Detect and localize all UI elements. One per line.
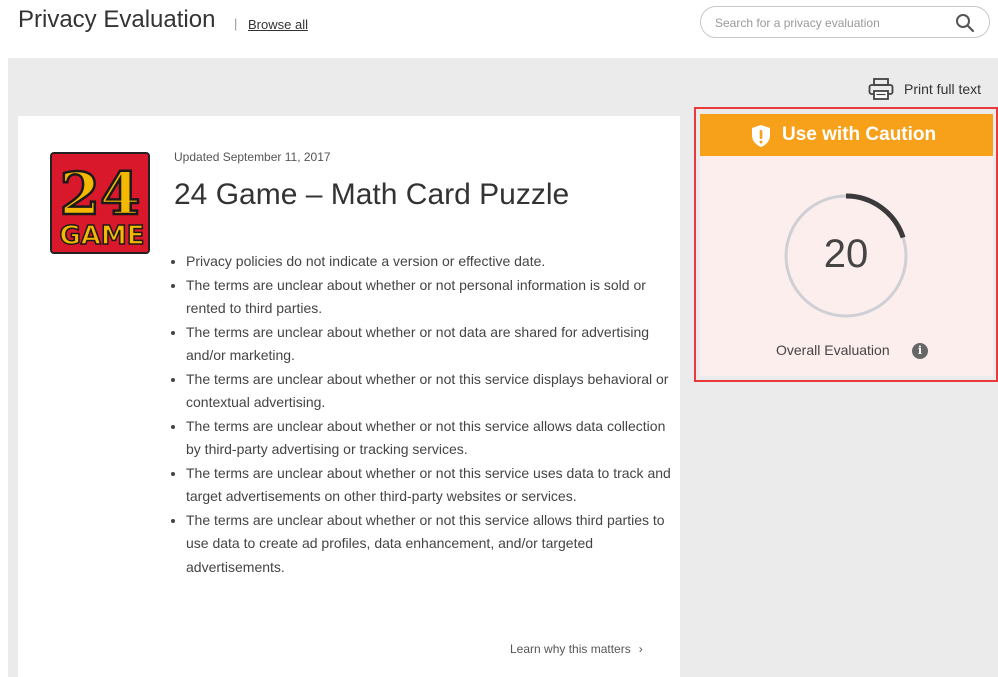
rating-banner: Use with Caution [700, 114, 993, 156]
product-logo-art: 24 GAME [52, 154, 148, 252]
page-title: Privacy Evaluation [18, 6, 216, 33]
finding-item: The terms are unclear about whether or n… [186, 462, 676, 509]
finding-item: The terms are unclear about whether or n… [186, 368, 676, 415]
printer-icon [868, 78, 894, 100]
finding-item: The terms are unclear about whether or n… [186, 509, 676, 580]
learn-why-label: Learn why this matters [510, 642, 631, 656]
browse-all-link[interactable]: Browse all [248, 17, 308, 32]
search-box[interactable] [700, 6, 990, 38]
score-value: 20 [823, 232, 869, 276]
product-card: 24 GAME Updated September 11, 2017 24 Ga… [18, 116, 680, 677]
search-input[interactable] [713, 13, 947, 33]
search-icon[interactable] [955, 13, 975, 33]
product-logo: 24 GAME [50, 152, 150, 254]
svg-text:24: 24 [60, 160, 141, 228]
finding-item: The terms are unclear about whether or n… [186, 274, 676, 321]
updated-date: Updated September 11, 2017 [174, 150, 331, 164]
chevron-right-icon: › [638, 642, 643, 656]
title-separator: | [234, 16, 238, 31]
finding-item: The terms are unclear about whether or n… [186, 321, 676, 368]
rating-label: Use with Caution [782, 124, 937, 145]
evaluation-panel: Use with Caution 20 Overall Evaluation i [700, 114, 993, 376]
overall-evaluation-label: Overall Evaluation [776, 342, 890, 358]
print-label: Print full text [904, 81, 982, 97]
learn-why-link[interactable]: Learn why this matters › [510, 642, 643, 656]
finding-item: Privacy policies do not indicate a versi… [186, 250, 676, 274]
svg-text:GAME: GAME [59, 221, 144, 251]
top-bar: Privacy Evaluation | Browse all [0, 0, 998, 58]
shield-exclamation-icon [752, 125, 770, 147]
info-icon[interactable]: i [912, 343, 928, 359]
product-title: 24 Game – Math Card Puzzle [174, 178, 570, 211]
finding-item: The terms are unclear about whether or n… [186, 415, 676, 462]
findings-list: Privacy policies do not indicate a versi… [168, 250, 676, 579]
